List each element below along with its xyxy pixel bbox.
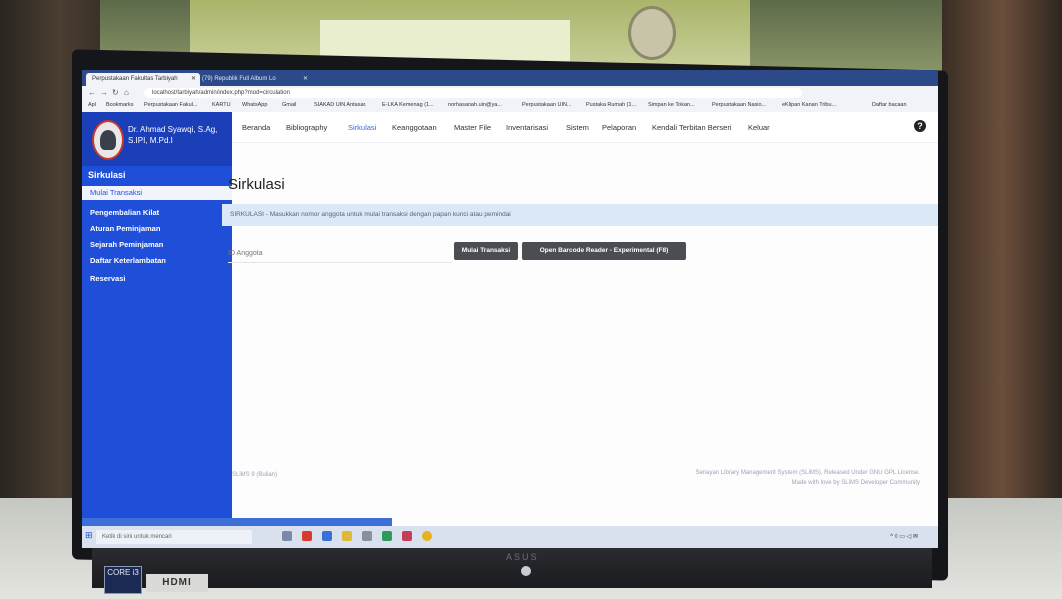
bookmark-item[interactable]: SIAKAD UIN Antasar. — [314, 102, 367, 108]
monitor-brand-logo: ASUS — [506, 552, 539, 562]
reload-icon[interactable]: ↻ — [112, 88, 119, 97]
task-view-icon[interactable] — [282, 531, 292, 541]
nav-inventarisasi[interactable]: Inventarisasi — [506, 123, 548, 132]
nav-pelaporan[interactable]: Pelaporan — [602, 123, 636, 132]
app-icon[interactable] — [322, 531, 332, 541]
back-icon[interactable]: ← — [88, 88, 96, 97]
bookmark-item[interactable]: Pustaka Rumah (1... — [586, 102, 636, 108]
forward-icon[interactable]: → — [100, 88, 108, 97]
sidebar-heading: Sirkulasi — [88, 170, 126, 180]
nav-master-file[interactable]: Master File — [454, 123, 491, 132]
home-icon[interactable]: ⌂ — [124, 88, 129, 97]
avatar — [92, 120, 124, 160]
browser-tabbar: Perpustakaan Fakultas Tarbiyah ✕ (79) Rep… — [82, 70, 938, 86]
app-icon[interactable] — [362, 531, 372, 541]
profile-name: Dr. Ahmad Syawqi, S.Ag, S.IPI, M.Pd.I — [128, 125, 218, 145]
page-title: Sirkulasi — [228, 176, 285, 193]
windows-start-icon[interactable]: ⊞ — [85, 530, 93, 541]
sidebar-item-reservasi[interactable]: Reservasi — [82, 272, 232, 286]
sidebar-item-sejarah-peminjaman[interactable]: Sejarah Peminjaman — [82, 238, 232, 252]
app-icon[interactable] — [302, 531, 312, 541]
bookmark-item[interactable]: norhasanah.uin@ya... — [448, 102, 502, 108]
bookmark-item[interactable]: Perpustakaan UIN... — [522, 102, 572, 108]
info-message: SIRKULASI - Masukkan nomor anggota untuk… — [222, 204, 938, 226]
bookmark-item[interactable]: Gmail — [282, 102, 296, 108]
top-navigation: Beranda Bibliography Sirkulasi Keanggota… — [232, 112, 938, 143]
browser-tab[interactable]: (79) Republik Full Album Lo ✕ — [196, 73, 312, 86]
footer-credits: Senayan Library Management System (SLiMS… — [695, 468, 920, 488]
chrome-icon[interactable] — [422, 531, 432, 541]
bookmark-item[interactable]: Perpustakaan Fakul... — [144, 102, 198, 108]
bookmark-item[interactable]: Bookmarks — [106, 102, 134, 108]
nav-sirkulasi[interactable]: Sirkulasi — [348, 123, 376, 132]
nav-keluar[interactable]: Keluar — [748, 123, 770, 132]
footer-version: SLiMS 9 (Bulian) — [232, 472, 278, 478]
nav-beranda[interactable]: Beranda — [242, 123, 270, 132]
address-bar: ← → ↻ ⌂ localhost/tarbiyah/admin/index.p… — [82, 86, 938, 100]
intel-sticker: CORE i3 — [104, 566, 142, 594]
monitor-screen: Perpustakaan Fakultas Tarbiyah ✕ (79) Rep… — [82, 70, 938, 548]
footer-community: Made with love by SLiMS Developer Commun… — [791, 480, 920, 486]
profile-block: Dr. Ahmad Syawqi, S.Ag, S.IPI, M.Pd.I — [82, 112, 232, 166]
taskbar-search[interactable]: Ketik di sini untuk mencari — [96, 530, 252, 544]
sidebar-item-pengembalian-kilat[interactable]: Pengembalian Kilat — [82, 206, 232, 220]
app-icon[interactable] — [382, 531, 392, 541]
folder-icon[interactable] — [342, 531, 352, 541]
bookmark-item[interactable]: Perpustakaan Nasio... — [712, 102, 766, 108]
windows-taskbar: ⊞ Ketik di sini untuk mencari ^ ◊ ▭ ◁ ✉ — [82, 526, 938, 548]
sidebar: Dr. Ahmad Syawqi, S.Ag, S.IPI, M.Pd.I Si… — [82, 112, 232, 522]
bookmark-item[interactable]: Apl — [88, 102, 96, 108]
browser-tab-active[interactable]: Perpustakaan Fakultas Tarbiyah ✕ — [86, 73, 200, 86]
bookmark-item[interactable]: KARTU — [212, 102, 231, 108]
bookmark-item[interactable]: eKlipan Kanan Tribu... — [782, 102, 836, 108]
start-transaction-button[interactable]: Mulai Transaksi — [454, 242, 518, 260]
hdmi-sticker: HDMI — [146, 574, 208, 592]
system-tray[interactable]: ^ ◊ ▭ ◁ ✉ — [890, 533, 918, 540]
bookmark-item[interactable]: Simpan ke Tokan... — [648, 102, 695, 108]
member-id-input[interactable]: ID Anggota — [228, 246, 452, 263]
wall-clock — [628, 6, 676, 60]
sidebar-item-daftar-keterlambatan[interactable]: Daftar Keterlambatan — [82, 254, 232, 268]
nav-kendali-terbitan-berseri[interactable]: Kendali Terbitan Berseri — [652, 123, 732, 132]
nav-bibliography[interactable]: Bibliography — [286, 123, 327, 132]
barcode-reader-button[interactable]: Open Barcode Reader - Experimental (F8) — [522, 242, 686, 260]
app-icon[interactable] — [402, 531, 412, 541]
nav-keanggotaan[interactable]: Keanggotaan — [392, 123, 437, 132]
footer-license: Senayan Library Management System (SLiMS… — [695, 470, 920, 476]
help-icon[interactable]: ? — [914, 120, 926, 132]
nav-sistem[interactable]: Sistem — [566, 123, 589, 132]
bookmark-item[interactable]: E-LKA Kemenag (1... — [382, 102, 434, 108]
bookmark-item[interactable]: Daftar bacaan — [872, 102, 907, 108]
browser-status-bar — [82, 518, 392, 526]
bookmark-item[interactable]: WhatsApp — [242, 102, 267, 108]
sidebar-item-aturan-peminjaman[interactable]: Aturan Peminjaman — [82, 222, 232, 236]
power-button-icon[interactable] — [521, 566, 531, 576]
sidebar-item-mulai-transaksi[interactable]: Mulai Transaksi — [82, 186, 232, 200]
url-input[interactable]: localhost/tarbiyah/admin/index.php?mod=c… — [144, 88, 802, 98]
close-icon[interactable]: ✕ — [303, 73, 308, 86]
